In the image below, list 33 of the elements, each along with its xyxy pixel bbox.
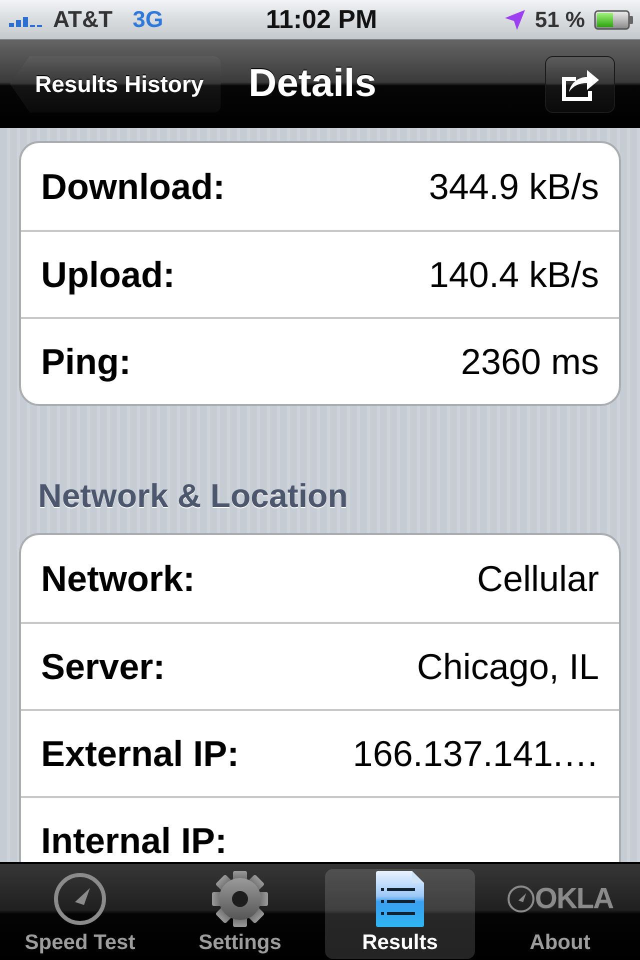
row-label: Download: <box>41 166 225 208</box>
row-value: 140.4 kB/s <box>428 254 599 296</box>
document-icon <box>375 870 425 928</box>
carrier-name: AT&T <box>53 6 113 33</box>
page-title: Details <box>248 62 376 106</box>
row-value: 344.9 kB/s <box>428 166 599 208</box>
row-label: Network: <box>41 558 196 600</box>
tab-button[interactable]: Settings <box>165 869 315 959</box>
share-button[interactable] <box>545 56 615 112</box>
row-label: Internal IP: <box>41 820 228 862</box>
row-label: Upload: <box>41 254 175 296</box>
share-icon <box>560 67 600 101</box>
tab-button[interactable]: Speed Test <box>5 869 155 959</box>
row-label: External IP: <box>41 732 240 774</box>
battery-percent: 51 % <box>534 6 585 32</box>
location-arrow-icon <box>504 8 526 30</box>
back-button[interactable]: Results History <box>10 56 221 112</box>
network-type: 3G <box>132 6 164 33</box>
section-header: Network & Location <box>38 476 349 516</box>
logo-text: OKLA <box>534 884 614 914</box>
row-value: Cellular <box>476 558 599 600</box>
row-value: Chicago, IL <box>416 646 599 688</box>
row-label: Ping: <box>41 340 131 382</box>
clock-time: 11:02 PM <box>266 4 378 35</box>
gauge-icon <box>53 872 107 926</box>
row-value: 2360 ms <box>460 340 599 382</box>
tab-button[interactable]: Results <box>325 869 475 959</box>
gauge-icon <box>506 885 535 913</box>
row-value: 166.137.141.… <box>352 732 599 774</box>
tab-button[interactable]: OKLA About <box>485 869 635 959</box>
row-label: Server: <box>41 646 166 688</box>
battery-icon <box>594 10 634 30</box>
gear-icon <box>211 870 269 928</box>
